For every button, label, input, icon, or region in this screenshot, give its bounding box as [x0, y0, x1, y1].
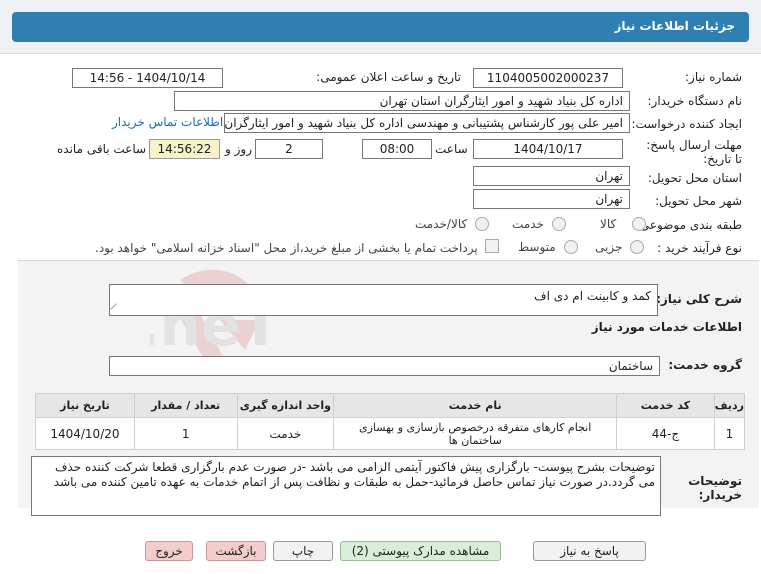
radio-goods-label: کالا — [600, 217, 617, 231]
radio-goods-service[interactable] — [475, 217, 489, 231]
cell-row: 1 — [713, 417, 746, 450]
buyer-notes-text: توضیحات بشرح پیوست- بارگزاری پیش فاکتور … — [53, 460, 655, 489]
table-row[interactable]: 1 ج-44 انجام کارهای متفرقه درخصوص بازساز… — [35, 417, 746, 450]
reply-button[interactable]: پاسخ به نیاز — [533, 541, 646, 561]
deadline-label: مهلت ارسال پاسخ: تا تاریخ: — [646, 138, 742, 166]
col-row: ردیف — [713, 393, 746, 418]
cell-service-name: انجام کارهای متفرقه درخصوص بازسازی و بهس… — [333, 417, 618, 450]
radio-minor[interactable] — [630, 240, 644, 254]
back-button[interactable]: بازگشت — [206, 541, 266, 561]
radio-goods[interactable] — [632, 217, 646, 231]
summary-text: کمد و کابینت ام دی اف — [534, 289, 651, 303]
time-label: ساعت — [435, 142, 468, 156]
province-label: استان محل تحویل: — [647, 171, 742, 185]
exit-button[interactable]: خروج — [145, 541, 193, 561]
radio-medium[interactable] — [564, 240, 578, 254]
radio-service[interactable] — [552, 217, 566, 231]
radio-service-label: خدمت — [512, 217, 544, 231]
need-number-label: شماره نیاز: — [685, 70, 742, 84]
cell-need-date: 1404/10/20 — [35, 417, 135, 450]
purchase-type-label: نوع فرآیند خرید : — [657, 241, 742, 255]
need-number-field[interactable]: 1104005002000237 — [473, 68, 623, 88]
remaining-time-field: 14:56:22 — [149, 139, 220, 159]
cell-service-code: ج-44 — [616, 417, 715, 450]
services-table: ردیف کد خدمت نام خدمت واحد اندازه گیری ت… — [35, 393, 746, 450]
radio-goods-service-label: کالا/خدمت — [415, 217, 468, 231]
print-button[interactable]: چاپ — [273, 541, 333, 561]
header-bar: جزئیات اطلاعات نیاز — [12, 12, 749, 42]
buyer-org-label: نام دستگاه خریدار: — [647, 94, 743, 108]
summary-label: شرح کلی نیاز: — [656, 292, 742, 306]
category-label: طبقه بندی موضوعی: — [635, 218, 742, 232]
service-group-label: گروه خدمت: — [668, 358, 742, 372]
radio-minor-label: جزیی — [595, 240, 623, 254]
col-need-date: تاریخ نیاز — [35, 393, 135, 418]
deadline-time-field[interactable]: 08:00 — [362, 139, 432, 159]
announce-field[interactable]: 1404/10/14 - 14:56 — [72, 68, 223, 88]
contact-info-link[interactable]: اطلاعات تماس خریدار — [112, 115, 223, 129]
services-info-title: اطلاعات خدمات مورد نیاز — [591, 320, 742, 334]
cell-unit: خدمت — [236, 417, 335, 450]
col-service-name: نام خدمت — [333, 393, 618, 418]
province-field[interactable]: تهران — [473, 166, 630, 186]
days-field[interactable]: 2 — [255, 139, 323, 159]
view-documents-button[interactable]: مشاهده مدارک پیوستی (2) — [340, 541, 501, 561]
buyer-notes-label: توضیحات خریدار: — [688, 474, 742, 502]
city-label: شهر محل تحویل: — [655, 194, 742, 208]
buyer-org-field[interactable]: اداره کل بنیاد شهید و امور ایثارگران است… — [174, 91, 630, 111]
creator-label: ایجاد کننده درخواست: — [631, 117, 742, 131]
city-field[interactable]: تهران — [473, 189, 630, 209]
col-unit: واحد اندازه گیری — [236, 393, 335, 418]
announce-label: تاریخ و ساعت اعلان عمومی: — [316, 70, 461, 84]
payment-note: پرداخت تمام یا بخشی از مبلغ خرید،از محل … — [95, 241, 478, 255]
col-service-code: کد خدمت — [616, 393, 715, 418]
creator-field[interactable]: امیر علی پور کارشناس پشتیبانی و مهندسی ا… — [224, 113, 630, 133]
cell-quantity: 1 — [133, 417, 238, 450]
page-header: جزئیات اطلاعات نیاز — [0, 0, 761, 54]
summary-field[interactable]: کمد و کابینت ام دی اف — [109, 284, 658, 316]
page-title: جزئیات اطلاعات نیاز — [614, 19, 735, 33]
col-quantity: تعداد / مقدار — [133, 393, 238, 418]
treasury-checkbox[interactable] — [485, 239, 499, 253]
remaining-label: ساعت باقی مانده — [57, 142, 147, 156]
buyer-notes-field[interactable]: توضیحات بشرح پیوست- بارگزاری پیش فاکتور … — [31, 456, 661, 516]
days-label: روز و — [225, 142, 252, 156]
radio-medium-label: متوسط — [518, 240, 556, 254]
service-group-field[interactable]: ساختمان — [109, 356, 660, 376]
deadline-date-field[interactable]: 1404/10/17 — [473, 139, 623, 159]
